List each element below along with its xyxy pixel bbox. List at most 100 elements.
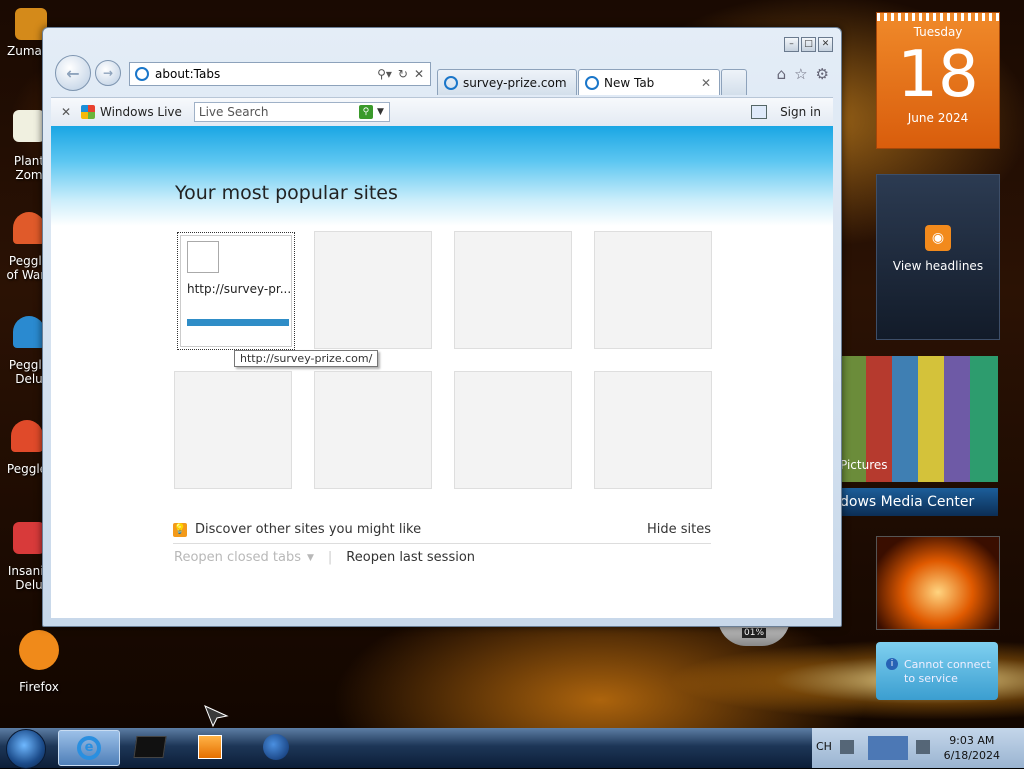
reopen-row: Reopen closed tabs ▼ | Reopen last sessi…	[174, 550, 475, 565]
weather-gadget[interactable]: i Cannot connect to service	[876, 642, 998, 700]
command-bar: ✕ Windows Live Live Search ⚲ ▼ Sign in	[51, 97, 833, 127]
address-bar[interactable]: about:Tabs ⚲▾ ↻ ✕	[129, 62, 431, 86]
mouse-cursor-icon	[204, 705, 229, 728]
minimize-button[interactable]: –	[784, 37, 799, 52]
taskbar-internet-explorer[interactable]: e	[58, 730, 120, 766]
tab-label: New Tab	[604, 75, 655, 90]
feed-headlines-gadget[interactable]: ◉ View headlines	[876, 174, 1000, 340]
new-tab-button[interactable]	[721, 69, 747, 95]
picture-puzzle-gadget[interactable]: Pictures	[840, 356, 998, 482]
desktop-icon-firefox[interactable]: Firefox	[4, 630, 74, 694]
ie-page-icon	[135, 67, 149, 81]
search-go-icon[interactable]: ⚲	[358, 105, 373, 119]
rss-icon: ◉	[925, 225, 951, 251]
site-tile[interactable]	[314, 231, 432, 349]
keyboard-icon[interactable]	[840, 740, 854, 754]
peggle-deluxe-icon	[13, 316, 45, 348]
window-caption-buttons: – □ ✕	[784, 37, 833, 52]
lightbulb-icon: 💡	[173, 522, 187, 537]
discover-link[interactable]: Discover other sites you might like	[195, 522, 421, 537]
close-tab-icon[interactable]: ✕	[701, 76, 711, 90]
taskbar: e CH 9:03 AM 6/18/2024	[0, 728, 1024, 769]
stop-icon[interactable]: ✕	[414, 67, 424, 81]
taskbar-media-player[interactable]	[180, 730, 240, 764]
url-tooltip: http://survey-prize.com/	[234, 350, 379, 367]
desktop-icon-label: Firefox	[19, 680, 59, 694]
gear-icon[interactable]: ⚙	[816, 65, 829, 83]
site-tile[interactable]	[314, 371, 432, 489]
taskbar-app-dark[interactable]	[120, 730, 180, 764]
internet-explorer-icon: e	[77, 736, 101, 760]
media-center-gadget[interactable]: dows Media Center	[840, 488, 998, 516]
close-window-button[interactable]: ✕	[818, 37, 833, 52]
clock-time: 9:03 AM	[949, 734, 995, 747]
new-tab-page: Your most popular sites http://survey-pr…	[51, 126, 833, 618]
discover-row: 💡 Discover other sites you might like Hi…	[173, 522, 711, 544]
weather-status-line2: to service	[904, 672, 958, 685]
site-tile[interactable]	[594, 371, 712, 489]
search-dropdown-icon[interactable]: ⚲▾	[377, 67, 392, 81]
forward-button[interactable]: →	[95, 60, 121, 86]
chevron-down-icon: ▼	[306, 552, 314, 563]
refresh-icon[interactable]: ↻	[398, 67, 408, 81]
browser-tools: ⌂ ☆ ⚙	[777, 65, 829, 83]
site-tile-label: http://survey-pr...	[187, 282, 291, 296]
tab-survey-prize[interactable]: survey-prize.com	[437, 69, 577, 95]
pictures-label: Pictures	[840, 458, 888, 472]
site-favicon	[187, 241, 219, 273]
page-banner	[51, 126, 833, 226]
clock-date: 6/18/2024	[943, 749, 1000, 762]
calendar-rings	[877, 13, 999, 21]
system-clock[interactable]: 9:03 AM 6/18/2024	[944, 733, 1000, 763]
address-value[interactable]: about:Tabs	[155, 67, 377, 81]
plants-vs-zombies-icon	[13, 110, 45, 142]
globe-icon	[263, 734, 289, 760]
slideshow-gadget[interactable]	[876, 536, 1000, 630]
sign-in-link[interactable]: Sign in	[780, 105, 821, 119]
calendar-weekday: Tuesday	[913, 25, 963, 39]
separator: |	[327, 550, 333, 565]
peggle-icon	[13, 212, 45, 244]
close-toolbar-icon[interactable]: ✕	[51, 105, 81, 119]
cpu-meter-value: 01%	[742, 628, 767, 638]
taskbar-app-globe[interactable]	[246, 730, 306, 764]
view-headlines-label: View headlines	[892, 259, 984, 273]
live-search-placeholder: Live Search	[198, 105, 269, 119]
tab-new-tab[interactable]: New Tab ✕	[578, 69, 720, 95]
reopen-last-session-link[interactable]: Reopen last session	[346, 550, 475, 565]
favorites-star-icon[interactable]: ☆	[794, 65, 807, 83]
volume-icon[interactable]	[916, 740, 930, 754]
chevron-down-icon[interactable]: ▼	[377, 107, 384, 117]
reopen-closed-tabs-link: Reopen closed tabs	[174, 550, 301, 565]
calendar-day: 18	[897, 38, 979, 112]
insaniquarium-icon	[13, 522, 45, 554]
site-tile[interactable]	[454, 231, 572, 349]
ie-page-icon	[585, 75, 599, 90]
start-button[interactable]	[6, 729, 46, 769]
calendar-month: June 2024	[907, 111, 969, 125]
hide-sites-link[interactable]: Hide sites	[647, 522, 711, 537]
app-box-icon	[133, 736, 167, 758]
info-icon: i	[886, 658, 898, 670]
firefox-icon	[19, 630, 59, 670]
calendar-gadget[interactable]: Tuesday 18 June 2024	[876, 12, 1000, 149]
browser-window: – □ ✕ ← → about:Tabs ⚲▾ ↻ ✕ survey-prize…	[42, 27, 842, 627]
home-icon[interactable]: ⌂	[777, 65, 787, 83]
signin-icon	[751, 105, 767, 119]
weather-status-line1: Cannot connect	[904, 658, 991, 671]
media-center-label: dows Media Center	[840, 494, 975, 510]
page-title: Your most popular sites	[175, 182, 398, 204]
tab-label: survey-prize.com	[463, 75, 567, 90]
windows-live-label[interactable]: Windows Live	[100, 105, 182, 119]
site-tile[interactable]: http://survey-pr...	[177, 232, 295, 350]
language-indicator[interactable]: CH	[816, 740, 832, 753]
network-icon[interactable]	[868, 736, 908, 760]
media-player-icon	[198, 735, 222, 759]
peggle-icon	[11, 420, 43, 452]
site-tile[interactable]	[174, 371, 292, 489]
back-button[interactable]: ←	[55, 55, 91, 91]
site-tile[interactable]	[594, 231, 712, 349]
live-search-input[interactable]: Live Search ⚲ ▼	[193, 102, 390, 122]
maximize-button[interactable]: □	[801, 37, 816, 52]
site-tile[interactable]	[454, 371, 572, 489]
